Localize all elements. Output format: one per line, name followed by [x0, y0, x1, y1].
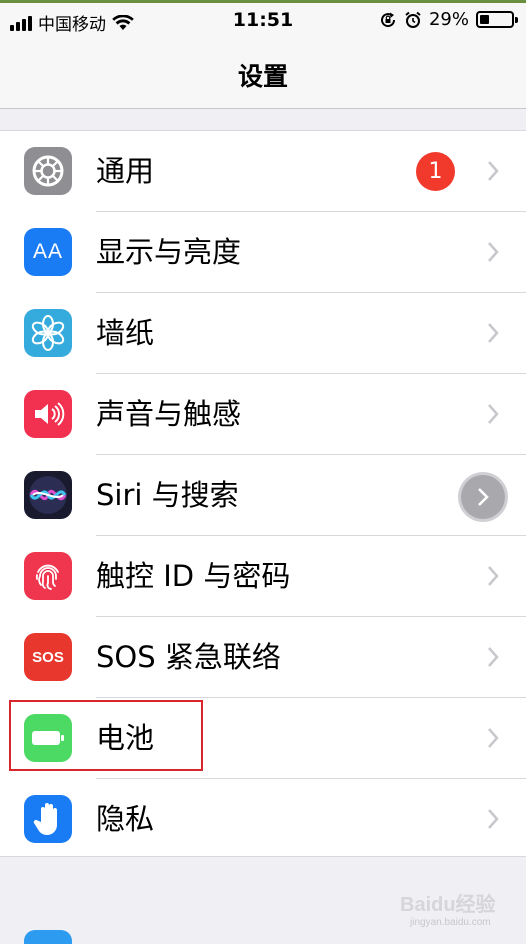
alarm-icon	[405, 11, 421, 28]
siri-icon	[24, 471, 72, 519]
settings-label-siri: Siri 与搜索	[96, 478, 239, 512]
settings-label-display: 显示与亮度	[96, 235, 242, 269]
chevron-right-icon	[488, 323, 499, 343]
text-size-icon: AA	[24, 228, 72, 276]
chevron-right-icon	[488, 728, 499, 748]
settings-label-general: 通用	[96, 154, 155, 188]
page-title: 设置	[237, 62, 288, 91]
speaker-icon	[24, 390, 72, 438]
nav-bar: 设置	[0, 37, 526, 109]
hand-icon	[24, 795, 72, 843]
settings-row-general[interactable]: 通用 1	[0, 131, 526, 212]
settings-row-sounds[interactable]: 声音与触感	[0, 374, 526, 455]
settings-row-wallpaper[interactable]: 墙纸	[0, 293, 526, 374]
settings-label-privacy: 隐私	[96, 802, 155, 836]
flower-icon	[24, 309, 72, 357]
settings-label-wallpaper: 墙纸	[96, 316, 155, 350]
settings-label-sounds: 声音与触感	[96, 397, 242, 431]
settings-row-display[interactable]: AA 显示与亮度	[0, 212, 526, 293]
settings-row-touch-id[interactable]: 触控 ID 与密码	[0, 536, 526, 617]
settings-label-sos: SOS 紧急联络	[96, 640, 281, 674]
chevron-right-icon	[478, 488, 489, 506]
chevron-right-icon	[488, 647, 499, 667]
chevron-right-icon	[488, 161, 499, 181]
battery-status-icon	[476, 11, 518, 28]
fingerprint-icon	[24, 552, 72, 600]
chevron-right-icon	[488, 809, 499, 829]
chevron-right-icon	[488, 242, 499, 262]
settings-row-siri[interactable]: Siri 与搜索	[0, 455, 526, 536]
battery-percent: 29%	[428, 9, 469, 30]
settings-row-sos[interactable]: SOS SOS 紧急联络	[0, 617, 526, 698]
gear-icon	[24, 147, 72, 195]
assistive-touch-button[interactable]	[461, 475, 505, 519]
sos-icon: SOS	[24, 633, 72, 681]
chevron-right-icon	[488, 566, 499, 586]
battery-highlight-box	[9, 700, 203, 771]
baidu-watermark: Baidu经验 jingyan.baidu.com	[400, 894, 496, 928]
battery-fill	[480, 15, 489, 24]
settings-row-privacy[interactable]: 隐私	[0, 779, 526, 860]
notification-badge: 1	[416, 152, 455, 191]
status-bar: 中国移动 11:51 29%	[0, 3, 526, 37]
settings-label-touch-id: 触控 ID 与密码	[96, 559, 291, 593]
orientation-lock-icon	[381, 12, 395, 27]
next-group-icon	[24, 930, 72, 944]
status-right: 29%	[379, 9, 518, 30]
chevron-right-icon	[488, 404, 499, 424]
